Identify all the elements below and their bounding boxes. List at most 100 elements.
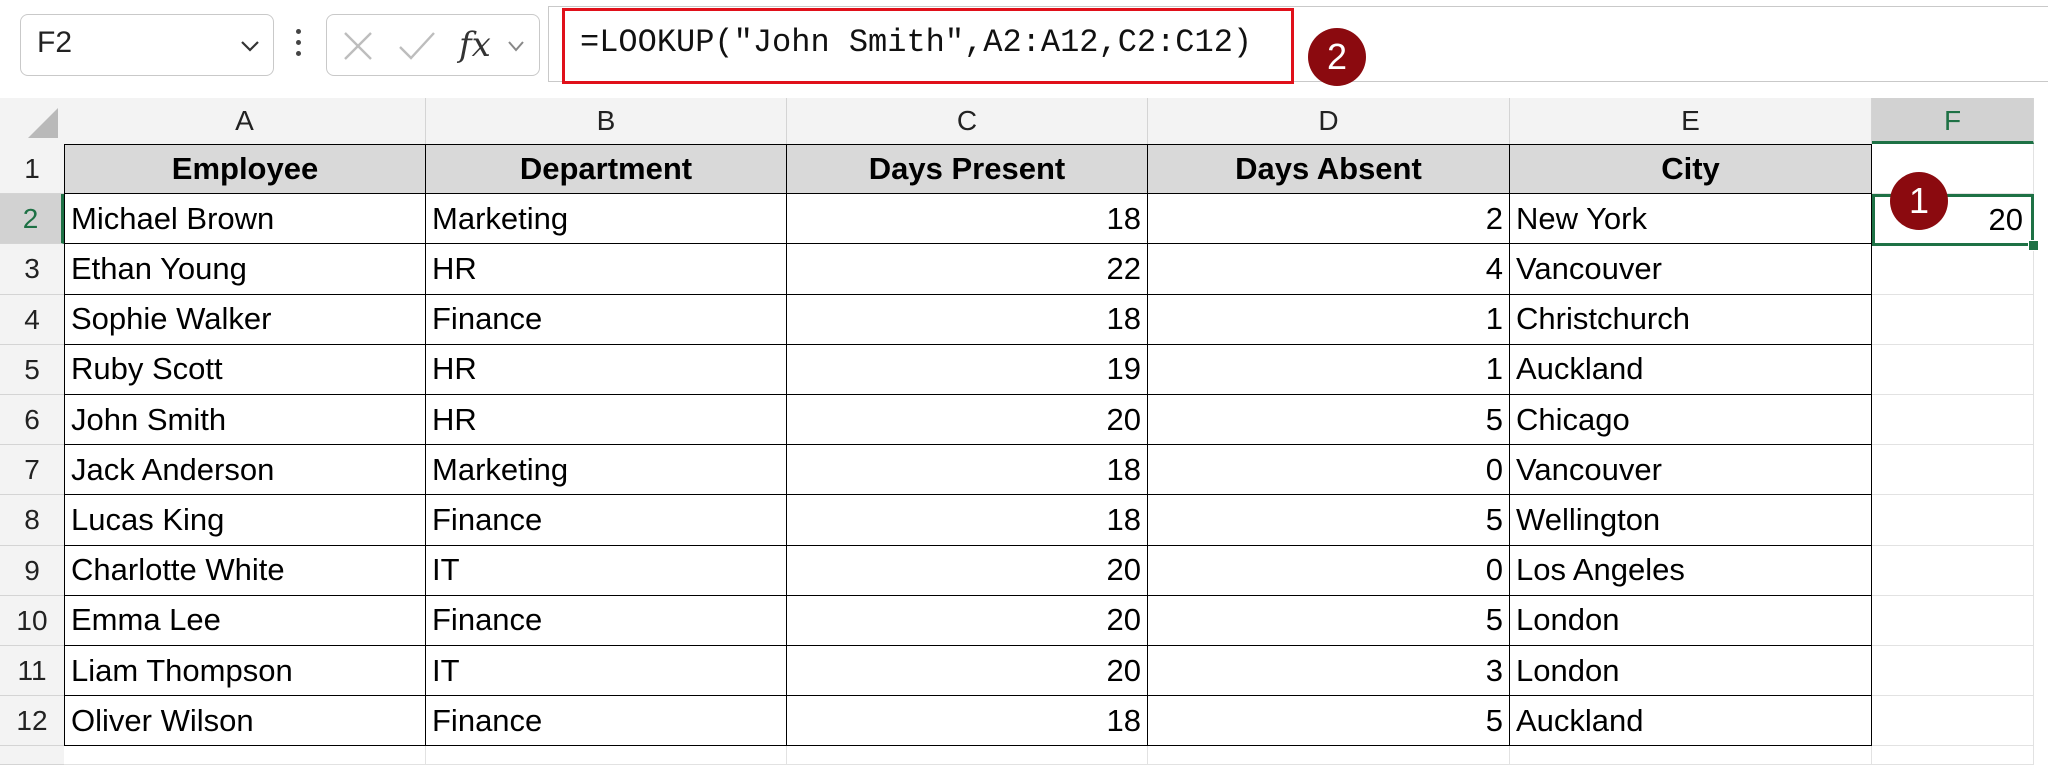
row-header-2[interactable]: 2	[0, 194, 64, 245]
empty-cell[interactable]	[1872, 244, 2034, 295]
column-header-d[interactable]: D	[1148, 98, 1510, 144]
table-cell-b12[interactable]: Finance	[426, 696, 787, 747]
table-cell-b10[interactable]: Finance	[426, 595, 787, 646]
table-cell-c2[interactable]: 18	[787, 194, 1148, 245]
table-cell-e2[interactable]: New York	[1510, 194, 1872, 245]
table-cell-c8[interactable]: 18	[787, 495, 1148, 546]
fill-handle[interactable]	[2028, 240, 2039, 251]
name-box[interactable]: F2	[20, 14, 274, 76]
table-cell-d4[interactable]: 1	[1148, 294, 1510, 345]
table-cell-e7[interactable]: Vancouver	[1510, 445, 1872, 496]
table-cell-d6[interactable]: 5	[1148, 395, 1510, 446]
row-header-9[interactable]: 9	[0, 545, 64, 596]
empty-cell[interactable]	[787, 746, 1148, 765]
empty-cell[interactable]	[1872, 495, 2034, 546]
table-cell-c12[interactable]: 18	[787, 696, 1148, 747]
table-cell-a7[interactable]: Jack Anderson	[64, 445, 426, 496]
table-cell-d9[interactable]: 0	[1148, 545, 1510, 596]
empty-cell[interactable]	[1872, 696, 2034, 747]
row-header-1[interactable]: 1	[0, 144, 64, 195]
row-header-8[interactable]: 8	[0, 495, 64, 546]
table-cell-e11[interactable]: London	[1510, 646, 1872, 697]
empty-cell[interactable]	[1872, 545, 2034, 596]
table-cell-e6[interactable]: Chicago	[1510, 395, 1872, 446]
insert-function-button[interactable]: fx	[459, 25, 491, 65]
table-cell-c9[interactable]: 20	[787, 545, 1148, 596]
empty-cell[interactable]	[1510, 746, 1872, 765]
table-cell-a8[interactable]: Lucas King	[64, 495, 426, 546]
table-cell-c11[interactable]: 20	[787, 646, 1148, 697]
table-cell-e8[interactable]: Wellington	[1510, 495, 1872, 546]
table-cell-d8[interactable]: 5	[1148, 495, 1510, 546]
row-header-11[interactable]: 11	[0, 646, 64, 697]
table-cell-d7[interactable]: 0	[1148, 445, 1510, 496]
empty-cell[interactable]	[1872, 445, 2034, 496]
table-cell-b4[interactable]: Finance	[426, 294, 787, 345]
empty-cell[interactable]	[426, 746, 787, 765]
empty-cell[interactable]	[1872, 595, 2034, 646]
table-cell-d10[interactable]: 5	[1148, 595, 1510, 646]
table-cell-b11[interactable]: IT	[426, 646, 787, 697]
table-cell-a10[interactable]: Emma Lee	[64, 595, 426, 646]
table-cell-b2[interactable]: Marketing	[426, 194, 787, 245]
empty-cell[interactable]	[1872, 395, 2034, 446]
row-header-5[interactable]: 5	[0, 344, 64, 395]
row-header-10[interactable]: 10	[0, 595, 64, 646]
empty-cell[interactable]	[1148, 746, 1510, 765]
column-header-b[interactable]: B	[426, 98, 787, 144]
empty-cell[interactable]	[1872, 746, 2034, 765]
empty-cell[interactable]	[1872, 344, 2034, 395]
table-cell-c4[interactable]: 18	[787, 294, 1148, 345]
chevron-down-icon[interactable]	[507, 39, 525, 53]
table-cell-a3[interactable]: Ethan Young	[64, 244, 426, 295]
table-cell-e3[interactable]: Vancouver	[1510, 244, 1872, 295]
table-cell-a11[interactable]: Liam Thompson	[64, 646, 426, 697]
table-cell-c10[interactable]: 20	[787, 595, 1148, 646]
table-cell-b9[interactable]: IT	[426, 545, 787, 596]
column-header-f[interactable]: F	[1872, 98, 2034, 144]
table-cell-d5[interactable]: 1	[1148, 344, 1510, 395]
empty-cell[interactable]	[1872, 294, 2034, 345]
row-header-4[interactable]: 4	[0, 294, 64, 345]
table-cell-b8[interactable]: Finance	[426, 495, 787, 546]
table-cell-b3[interactable]: HR	[426, 244, 787, 295]
table-cell-d3[interactable]: 4	[1148, 244, 1510, 295]
table-cell-a9[interactable]: Charlotte White	[64, 545, 426, 596]
table-cell-e10[interactable]: London	[1510, 595, 1872, 646]
table-cell-b7[interactable]: Marketing	[426, 445, 787, 496]
chevron-down-icon[interactable]	[239, 35, 261, 57]
table-cell-c6[interactable]: 20	[787, 395, 1148, 446]
column-header-a[interactable]: A	[64, 98, 426, 144]
table-cell-a6[interactable]: John Smith	[64, 395, 426, 446]
row-header-3[interactable]: 3	[0, 244, 64, 295]
row-header-12[interactable]: 12	[0, 696, 64, 747]
table-cell-a12[interactable]: Oliver Wilson	[64, 696, 426, 747]
column-header-c[interactable]: C	[787, 98, 1148, 144]
empty-cell[interactable]	[1872, 646, 2034, 697]
table-header-cell[interactable]: Department	[426, 144, 787, 195]
select-all-corner[interactable]	[0, 98, 65, 144]
table-header-cell[interactable]: Days Present	[787, 144, 1148, 195]
table-cell-c3[interactable]: 22	[787, 244, 1148, 295]
table-cell-b5[interactable]: HR	[426, 344, 787, 395]
table-cell-b6[interactable]: HR	[426, 395, 787, 446]
column-header-e[interactable]: E	[1510, 98, 1872, 144]
table-cell-c5[interactable]: 19	[787, 344, 1148, 395]
checkmark-icon[interactable]	[397, 29, 437, 63]
empty-cell[interactable]	[64, 746, 426, 765]
table-cell-c7[interactable]: 18	[787, 445, 1148, 496]
row-header-6[interactable]: 6	[0, 395, 64, 446]
table-cell-d2[interactable]: 2	[1148, 194, 1510, 245]
table-cell-d12[interactable]: 5	[1148, 696, 1510, 747]
table-cell-e9[interactable]: Los Angeles	[1510, 545, 1872, 596]
table-cell-a4[interactable]: Sophie Walker	[64, 294, 426, 345]
table-header-cell[interactable]: Employee	[64, 144, 426, 195]
table-header-cell[interactable]: Days Absent	[1148, 144, 1510, 195]
table-cell-e4[interactable]: Christchurch	[1510, 294, 1872, 345]
table-header-cell[interactable]: City	[1510, 144, 1872, 195]
row-header-partial[interactable]	[0, 746, 64, 765]
more-options-icon[interactable]	[293, 24, 303, 68]
table-cell-d11[interactable]: 3	[1148, 646, 1510, 697]
table-cell-e5[interactable]: Auckland	[1510, 344, 1872, 395]
row-header-7[interactable]: 7	[0, 445, 64, 496]
